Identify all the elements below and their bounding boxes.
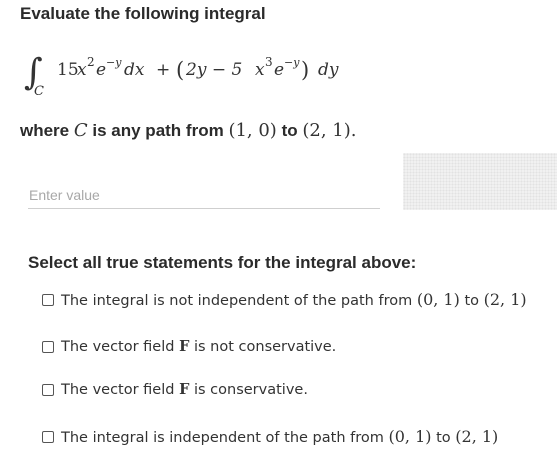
term2-linear-part: 2y − 5 — [185, 60, 242, 80]
where-mid-text: is any path from — [92, 121, 224, 140]
term1-power: 2 — [87, 55, 95, 69]
term2-exp-base: e — [274, 60, 284, 80]
checkbox[interactable] — [42, 430, 54, 443]
integral-expression: ∫ C 15 x 2 e −y dx + ( 2y − 5 x 3 e −y )… — [24, 52, 339, 99]
answer-status-area — [403, 153, 557, 210]
vector-field-symbol: F — [179, 381, 190, 398]
period: . — [350, 120, 357, 141]
where-prefix: where — [20, 121, 70, 140]
option-to-word: to — [464, 293, 480, 309]
plus-sign: + — [156, 60, 170, 80]
option-label: The integral is not independent of the p… — [61, 293, 413, 309]
option-label-end: is conservative. — [193, 382, 308, 398]
option-from-point: (0, 1) — [416, 290, 460, 309]
term1-variable: x — [77, 60, 87, 80]
term2-close-paren: ) — [301, 58, 309, 82]
checkbox[interactable] — [42, 340, 54, 353]
question-title: Evaluate the following integral — [20, 4, 266, 23]
to-word: to — [281, 121, 298, 140]
option-label-end: is not conservative. — [193, 339, 337, 355]
option-from-point: (0, 1) — [388, 427, 432, 446]
statement-option-not-path-independent[interactable]: The integral is not independent of the p… — [42, 290, 527, 309]
option-to-point: (2, 1) — [483, 290, 527, 309]
integral-path-subscript: C — [34, 84, 44, 99]
answer-input[interactable] — [28, 181, 380, 209]
term2-differential: dy — [318, 60, 339, 80]
path-variable: C — [73, 120, 88, 141]
term2-exponent: −y — [284, 56, 300, 69]
term1-exponent: −y — [106, 56, 122, 69]
term1-coefficient: 15 — [57, 60, 79, 80]
statement-option-path-independent[interactable]: The integral is independent of the path … — [42, 427, 498, 446]
option-to-point: (2, 1) — [455, 427, 499, 446]
statement-option-conservative[interactable]: The vector field F is conservative. — [42, 381, 308, 398]
statement-option-not-conservative[interactable]: The vector field F is not conservative. — [42, 338, 336, 355]
checkbox[interactable] — [42, 293, 54, 306]
vector-field-symbol: F — [179, 338, 190, 355]
term2-power: 3 — [265, 55, 273, 69]
end-point: (2, 1) — [302, 120, 351, 141]
term1-differential: dx — [124, 60, 145, 80]
option-to-word: to — [436, 430, 451, 446]
statements-heading: Select all true statements for the integ… — [28, 253, 417, 272]
option-label: The vector field — [61, 339, 175, 355]
start-point: (1, 0) — [228, 120, 277, 141]
option-label: The vector field — [61, 382, 175, 398]
path-description: where C is any path from (1, 0) to (2, 1… — [20, 120, 357, 141]
option-label: The integral is independent of the path … — [61, 430, 384, 446]
checkbox[interactable] — [42, 383, 54, 396]
term2-variable: x — [255, 60, 265, 80]
term1-exp-base: e — [96, 60, 106, 80]
term2-open-paren: ( — [176, 58, 184, 82]
